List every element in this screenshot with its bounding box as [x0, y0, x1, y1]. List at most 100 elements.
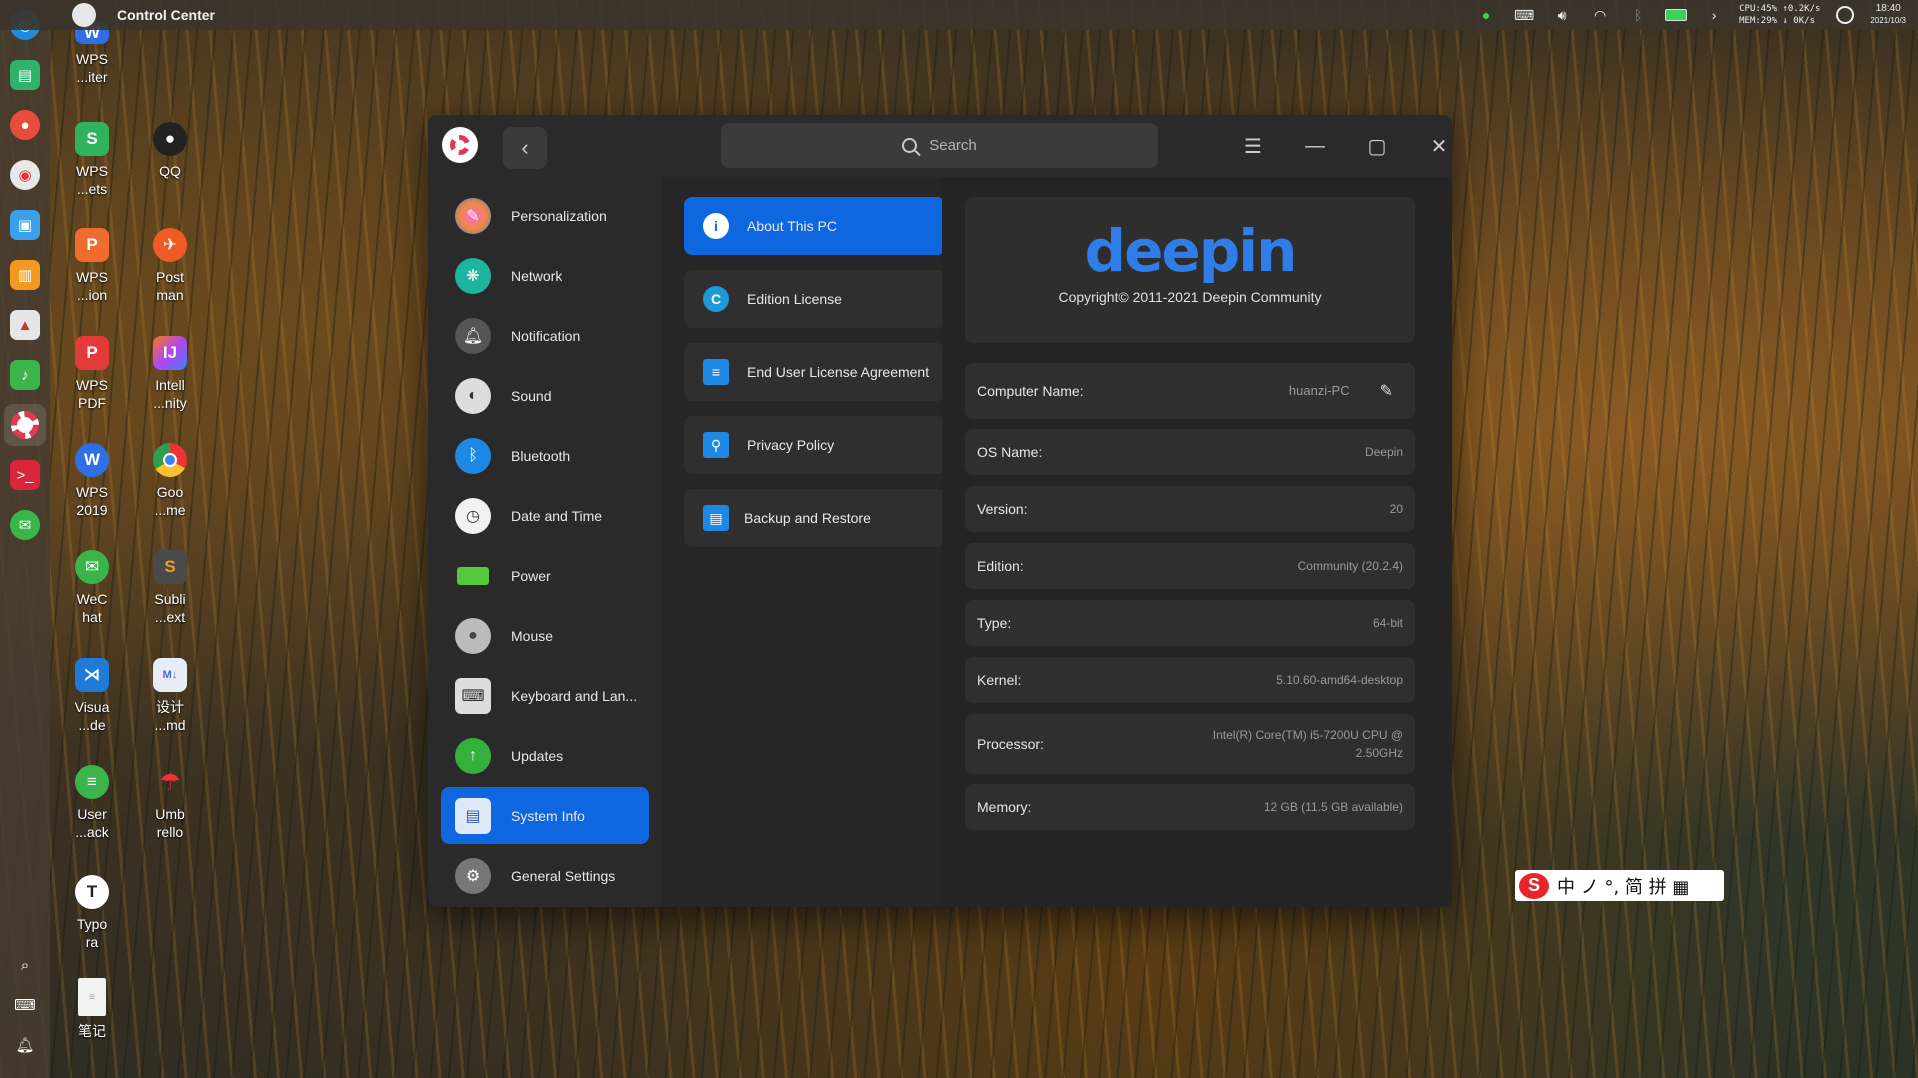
system-info-submenu: i About This PC C Edition License ≡ End … — [662, 177, 945, 907]
speaker-icon: ◐ — [455, 377, 491, 414]
sidebar-item-label: Personalization — [511, 207, 607, 224]
submenu-eula[interactable]: ≡ End User License Agreement — [684, 343, 945, 401]
edit-pencil-icon[interactable]: ✎ — [1380, 381, 1393, 401]
sidebar-item-network[interactable]: ❋ Network — [441, 247, 649, 304]
sidebar-item-personalization[interactable]: ✎ Personalization — [441, 187, 649, 244]
top-panel: Control Center ● ⌨ 🔊︎ ◠ ᛒ › CPU:45% ↑0.2… — [0, 0, 1918, 30]
desktop-icon-google-chrome[interactable]: Goo ...me — [140, 443, 200, 519]
submenu-about-this-pc[interactable]: i About This PC — [684, 197, 945, 255]
submenu-item-label: Privacy Policy — [747, 437, 835, 453]
sidebar-item-label: System Info — [511, 807, 585, 824]
close-button[interactable]: ✕ — [1417, 125, 1452, 167]
desktop-icon-label: WPS ...ion — [76, 269, 108, 303]
music-icon[interactable]: ♪ — [10, 360, 40, 390]
desktop-icon-intellij[interactable]: IJ Intell ...nity — [140, 336, 200, 412]
menu-button[interactable]: ☰ — [1231, 125, 1275, 167]
desktop-icon-label: 笔记 — [78, 1023, 106, 1039]
system-monitor[interactable]: CPU:45% ↑0.2K/s MEM:29% ↓ 0K/s — [1739, 3, 1820, 27]
desktop-icon-user-feedback[interactable]: ≡ User ...ack — [62, 765, 122, 841]
submenu-item-label: Backup and Restore — [744, 510, 871, 526]
desktop-icon-umbrello[interactable]: ☂ Umb rello — [140, 765, 200, 841]
desktop-icon-wps-2019[interactable]: W WPS 2019 — [62, 443, 122, 519]
desktop-icon-label: User ...ack — [75, 806, 109, 840]
network-globe-icon: ❋ — [455, 257, 491, 294]
clock-icon: ◷ — [455, 497, 491, 534]
desktop-icon-vscode[interactable]: ⋊ Visua ...de — [62, 658, 122, 734]
sidebar-item-keyboard-language[interactable]: ⌨ Keyboard and Lan... — [441, 667, 649, 724]
search-icon[interactable]: ⌕ — [10, 950, 40, 980]
chrome-icon[interactable]: ◉ — [10, 160, 40, 190]
terminal-app-icon[interactable]: ▤ — [10, 60, 40, 90]
battery-icon[interactable] — [1665, 6, 1688, 24]
minimize-button[interactable]: — — [1293, 125, 1337, 167]
desktop-icon-postman[interactable]: ✈ Post man — [140, 228, 200, 304]
info-value: Deepin — [1364, 445, 1403, 459]
sidebar-item-label: Keyboard and Lan... — [511, 687, 638, 704]
desktop-icon-wps-presentation[interactable]: P WPS ...ion — [62, 228, 122, 304]
sidebar-item-date-time[interactable]: ◷ Date and Time — [441, 487, 649, 544]
submenu-privacy-policy[interactable]: ⚲ Privacy Policy — [684, 416, 945, 474]
intellij-icon: IJ — [153, 336, 187, 370]
desktop-icon-sublime-text[interactable]: S Subli ...ext — [140, 550, 200, 626]
power-icon[interactable] — [1834, 6, 1856, 24]
terminal-icon[interactable]: >_ — [10, 460, 40, 490]
keyboard-tray-icon[interactable]: ⌨ — [1513, 6, 1535, 24]
control-center-app-icon — [442, 127, 478, 163]
desktop-icon-label: Intell ...nity — [153, 377, 187, 411]
search-placeholder: Search — [929, 137, 977, 154]
about-this-pc-panel: deepin Copyright© 2011-2021 Deepin Commu… — [942, 177, 1452, 907]
sidebar-item-power[interactable]: Power — [441, 547, 649, 604]
desktop-icon-label: 设计 ...md — [154, 699, 186, 733]
desktop-icon-wps-pdf[interactable]: P WPS PDF — [62, 336, 122, 412]
wechat-dock-icon[interactable]: ✉ — [10, 510, 40, 540]
sidebar-item-notification[interactable]: 🔔︎ Notification — [441, 307, 649, 364]
chevron-right-icon[interactable]: › — [1703, 6, 1725, 24]
control-center-window: ‹ Search ☰ — ▢ ✕ ✎ Personalization ❋ Net… — [428, 115, 1452, 907]
keyboard-icon[interactable]: ⌨ — [10, 990, 40, 1020]
desktop-icon-wps-sheets[interactable]: S WPS ...ets — [62, 122, 122, 198]
desktop-icon-notes[interactable]: ≡ 笔记 — [62, 978, 122, 1040]
sidebar-item-sound[interactable]: ◐ Sound — [441, 367, 649, 424]
wifi-icon[interactable]: ◠ — [1589, 6, 1611, 24]
backup-icon: ▤ — [703, 505, 729, 531]
sidebar-item-label: Notification — [511, 327, 581, 344]
brand-card: deepin Copyright© 2011-2021 Deepin Commu… — [965, 197, 1415, 343]
dock: ◎ ▤ ● ◉ ▣ ▥ ▲ ♪ >_ ✉ ⌕ ⌨ 🔔︎ — [0, 0, 50, 1078]
sidebar-item-label: Network — [511, 267, 563, 284]
desktop-icon-typora[interactable]: T Typo ra — [62, 875, 122, 951]
search-input[interactable]: Search — [721, 123, 1158, 168]
notification-bell-icon[interactable]: 🔔︎ — [10, 1030, 40, 1060]
volume-icon[interactable]: 🔊︎ — [1551, 6, 1573, 24]
processor-line-1: Intel(R) Core(TM) i5-7200U CPU @ — [1212, 728, 1403, 742]
sidebar-item-updates[interactable]: ↑ Updates — [441, 727, 649, 784]
maximize-button[interactable]: ▢ — [1355, 125, 1399, 167]
back-button[interactable]: ‹ — [503, 127, 547, 169]
desktop-icon-qq[interactable]: ● QQ — [140, 122, 200, 180]
desktop-icon-design-md[interactable]: M↓ 设计 ...md — [140, 658, 200, 734]
bluetooth-icon[interactable]: ᛒ — [1627, 6, 1649, 24]
sidebar-item-mouse[interactable]: ● Mouse — [441, 607, 649, 664]
input-method-bar[interactable]: S 中 ノ °, 简 拼 ▦ — [1515, 870, 1724, 901]
archive-icon[interactable]: ▥ — [10, 260, 40, 290]
info-label: Version: — [977, 501, 1028, 517]
processor-line-2: 2.50GHz — [1355, 746, 1403, 760]
ime-toolbar-glyphs: 中 ノ °, 简 拼 ▦ — [1557, 876, 1690, 898]
sidebar-item-general-settings[interactable]: ⚙ General Settings — [441, 847, 649, 904]
clock[interactable]: 18:40 2021/10/3 — [1870, 3, 1906, 27]
screen-recorder-icon[interactable]: ● — [10, 110, 40, 140]
desktop-icon-wps-writer[interactable]: W WPS ...iter — [62, 22, 122, 86]
sidebar-item-system-info[interactable]: ▤ System Info — [441, 787, 649, 844]
store-icon[interactable]: ▣ — [10, 210, 40, 240]
submenu-edition-license[interactable]: C Edition License — [684, 270, 945, 328]
wechat-tray-icon[interactable]: ● — [1475, 6, 1497, 24]
info-label: Memory: — [977, 799, 1032, 815]
document-icon: ≡ — [703, 359, 729, 385]
deepin-logo-icon[interactable] — [72, 3, 96, 27]
control-center-dock-icon[interactable] — [4, 404, 46, 446]
sidebar-item-bluetooth[interactable]: ᛒ Bluetooth — [441, 427, 649, 484]
image-viewer-icon[interactable]: ▲ — [10, 310, 40, 340]
desktop-icon-label: Umb rello — [155, 806, 185, 840]
document-file-icon: ≡ — [78, 978, 106, 1016]
submenu-backup-restore[interactable]: ▤ Backup and Restore — [684, 489, 945, 547]
desktop-icon-wechat[interactable]: ✉ WeC hat — [62, 550, 122, 626]
